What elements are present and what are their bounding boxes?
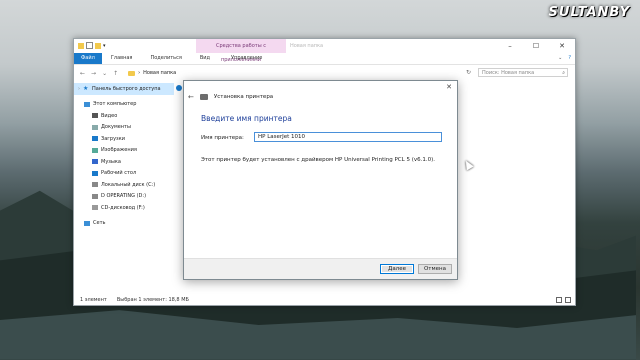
sidebar-item[interactable]: Загрузки xyxy=(74,133,174,145)
navigation-pane: › ★ Панель быстрого доступа Этот компьют… xyxy=(74,83,174,293)
status-bar: 1 элемент Выбран 1 элемент: 18,8 МБ xyxy=(80,297,189,303)
sidebar-item-label: Документы xyxy=(101,124,131,131)
cd-drive-icon xyxy=(92,205,98,211)
refresh-icon[interactable]: ↻ xyxy=(466,69,471,76)
pictures-icon xyxy=(92,147,98,153)
cancel-button[interactable]: Отмена xyxy=(418,264,452,274)
printer-name-label: Имя принтера: xyxy=(201,135,244,141)
window-controls: – ☐ ✕ xyxy=(497,39,575,53)
sidebar-item[interactable]: CD-дисковод (F:) xyxy=(74,202,174,214)
dialog-heading: Введите имя принтера xyxy=(201,114,292,123)
tab-manage[interactable]: Управление xyxy=(222,53,271,64)
item-count: 1 элемент xyxy=(80,297,107,303)
sidebar-item-quick-access[interactable]: › ★ Панель быстрого доступа xyxy=(74,83,174,95)
expand-ribbon-icon[interactable]: ⌄ xyxy=(558,53,562,64)
tab-home[interactable]: Главная xyxy=(102,53,142,64)
large-icons-view-icon[interactable] xyxy=(565,297,571,303)
ribbon-tabs: Файл Главная Поделиться Вид Управление ⌄… xyxy=(74,53,575,65)
close-icon[interactable]: ✕ xyxy=(446,83,452,91)
back-arrow-icon[interactable]: ← xyxy=(80,70,85,77)
printer-icon xyxy=(199,94,208,100)
watermark-logo: SULTANBY xyxy=(548,5,630,20)
sidebar-item-label: Загрузки xyxy=(101,135,125,142)
computer-icon xyxy=(84,101,90,107)
minimize-button[interactable]: – xyxy=(497,39,523,53)
sidebar-item-label: CD-дисковод (F:) xyxy=(101,204,145,211)
sidebar-item-label: Изображения xyxy=(101,147,137,154)
hp-logo-icon xyxy=(176,85,182,91)
navigation-buttons: ← → ⌄ ↑ xyxy=(80,70,118,77)
next-button[interactable]: Далее xyxy=(380,264,414,274)
back-arrow-icon[interactable]: ← xyxy=(188,93,194,101)
help-icon[interactable]: ? xyxy=(568,53,571,64)
dialog-header: ← Установка принтера xyxy=(188,93,273,101)
search-placeholder: Поиск: Новая папка xyxy=(482,70,535,76)
sidebar-item-label: Музыка xyxy=(101,158,121,165)
close-button[interactable]: ✕ xyxy=(549,39,575,53)
selection-info: Выбран 1 элемент: 18,8 МБ xyxy=(116,297,189,303)
sidebar-item[interactable]: Сеть xyxy=(74,218,174,230)
sidebar-item[interactable]: Документы xyxy=(74,122,174,134)
dialog-title: Установка принтера xyxy=(213,94,274,100)
music-icon xyxy=(92,159,98,165)
sidebar-item-label: D OPERATING (D:) xyxy=(101,193,147,200)
breadcrumb[interactable]: › Новая папка xyxy=(128,70,176,76)
chevron-down-icon[interactable]: ▾ xyxy=(103,43,109,49)
ribbon-right-controls: ⌄ ? xyxy=(558,53,571,64)
contextual-tab-header: Средства работы с приложениями xyxy=(196,39,286,63)
add-printer-dialog[interactable]: ✕ ← Установка принтера Введите имя принт… xyxy=(183,80,458,280)
sidebar-item[interactable]: Видео xyxy=(74,110,174,122)
video-icon xyxy=(92,113,98,119)
nav-items: Этот компьютер Видео Документы Загрузки Изоб… xyxy=(74,99,174,230)
network-icon xyxy=(84,220,90,226)
maximize-button[interactable]: ☐ xyxy=(523,39,549,53)
desktop-icon xyxy=(92,170,98,176)
sidebar-item[interactable]: Музыка xyxy=(74,156,174,168)
tab-view[interactable]: Вид xyxy=(191,53,219,64)
downloads-icon xyxy=(92,136,98,142)
title-bar[interactable]: ▾ Средства работы с приложениями Новая п… xyxy=(74,39,575,63)
sidebar-item-label: Локальный диск (C:) xyxy=(101,181,156,188)
driver-info-text: Этот принтер будет установлен с драйверо… xyxy=(201,157,435,163)
address-bar: ← → ⌄ ↑ › Новая папка ↻ Поиск: Новая пап… xyxy=(74,65,575,81)
printer-name-field[interactable]: HP LaserJet 1010 xyxy=(254,132,442,142)
new-folder-icon[interactable] xyxy=(95,42,101,49)
star-icon: ★ xyxy=(83,85,89,93)
sidebar-item[interactable]: Изображения xyxy=(74,145,174,157)
tab-share[interactable]: Поделиться xyxy=(141,53,190,64)
window-title: Новая папка xyxy=(290,43,324,49)
sidebar-item[interactable]: Рабочий стол xyxy=(74,168,174,180)
folder-icon xyxy=(128,70,136,76)
documents-icon xyxy=(92,124,98,130)
breadcrumb-current[interactable]: Новая папка xyxy=(143,70,176,76)
tab-file[interactable]: Файл xyxy=(74,53,102,64)
search-icon: ⌕ xyxy=(562,70,565,76)
dialog-footer: Далее Отмена xyxy=(184,258,457,279)
sidebar-item-label: Рабочий стол xyxy=(101,170,137,177)
drive-icon xyxy=(92,182,98,188)
drive-icon xyxy=(92,193,98,199)
chevron-right-icon[interactable]: › xyxy=(78,86,80,92)
search-input[interactable]: Поиск: Новая папка ⌕ xyxy=(478,68,568,77)
breadcrumb-separator-icon: › xyxy=(138,70,141,76)
view-toggle xyxy=(556,297,571,303)
sidebar-item-label: Панель быстрого доступа xyxy=(92,85,161,92)
sidebar-item[interactable]: Этот компьютер xyxy=(74,99,174,111)
sidebar-item-label: Видео xyxy=(101,112,118,119)
forward-arrow-icon[interactable]: → xyxy=(91,70,96,77)
sidebar-item[interactable]: Локальный диск (C:) xyxy=(74,179,174,191)
properties-icon[interactable] xyxy=(86,42,93,49)
up-arrow-icon[interactable]: ↑ xyxy=(113,70,118,77)
details-view-icon[interactable] xyxy=(556,297,562,303)
folder-icon[interactable] xyxy=(78,42,84,49)
recent-locations-icon[interactable]: ⌄ xyxy=(102,70,107,77)
sidebar-item[interactable]: D OPERATING (D:) xyxy=(74,191,174,203)
sidebar-item-label: Сеть xyxy=(93,220,106,227)
sidebar-item-label: Этот компьютер xyxy=(93,101,137,108)
quick-access-toolbar: ▾ xyxy=(78,42,109,49)
